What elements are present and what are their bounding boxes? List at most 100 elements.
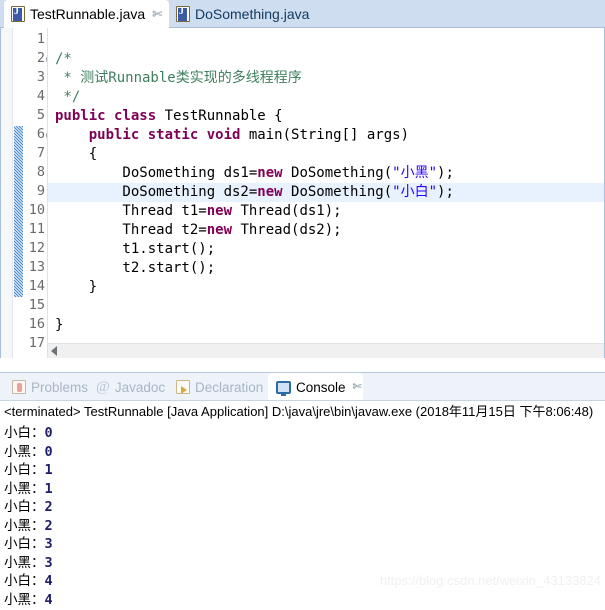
code-line[interactable]: DoSomething ds1=new DoSomething("小黑");	[48, 164, 604, 183]
code-line[interactable]: Thread t1=new Thread(ds1);	[48, 202, 604, 221]
code-line[interactable]: t1.start();	[48, 240, 604, 259]
code-line[interactable]: Thread t2=new Thread(ds2);	[48, 221, 604, 240]
annotation-ruler[interactable]	[1, 28, 13, 358]
console-output-value: 0	[44, 443, 53, 460]
console-output-line: 小白：1	[0, 461, 605, 480]
view-tab-label: Declaration	[195, 379, 264, 395]
console-view[interactable]: <terminated> TestRunnable [Java Applicat…	[0, 400, 605, 610]
console-output-line: 小黑：1	[0, 480, 605, 499]
line-number: 16	[28, 316, 45, 332]
editor-tab-2[interactable]: DoSomething.java	[169, 0, 319, 28]
code-token: main(String[] args)	[240, 127, 410, 143]
code-token: t1.start();	[55, 241, 216, 257]
code-token: {	[55, 146, 98, 162]
console-output-name: 小黑：	[4, 591, 45, 608]
problems-icon	[12, 380, 26, 394]
view-tab-declaration[interactable]: Declaration	[168, 373, 268, 401]
code-editor[interactable]: 1 2 3 4 5 6 7 8 9 10 11 12 13 14 15 16 17 /* * 测试Runnabl…	[0, 28, 605, 358]
console-output-line: 小黑：2	[0, 517, 605, 536]
console-output: 小白：0 小黑：0 小白：1 小黑：1 小白：2 小黑：2 小白：3 小黑：3 小白：4 小黑：4	[0, 424, 605, 609]
code-line[interactable]: */	[48, 88, 604, 107]
line-number: 3	[36, 69, 45, 85]
code-line[interactable]: * 测试Runnable类实现的多线程程序	[48, 69, 604, 88]
code-line[interactable]: public class TestRunnable {	[48, 107, 604, 126]
code-token: DoSomething(	[282, 165, 393, 181]
console-output-name: 小黑：	[4, 480, 45, 497]
console-output-line: 小黑：4	[0, 591, 605, 610]
view-tab-problems[interactable]: Problems	[4, 373, 88, 401]
close-icon[interactable]: ✄	[152, 8, 162, 20]
code-line[interactable]: public static void main(String[] args)	[48, 126, 604, 145]
console-output-line: 小白：3	[0, 535, 605, 554]
console-output-name: 小白：	[4, 536, 45, 552]
code-line[interactable]: }	[48, 316, 604, 335]
line-number: 2	[36, 50, 45, 66]
console-output-name: 小黑：	[4, 443, 45, 460]
code-line[interactable]: t2.start();	[48, 259, 604, 278]
editor-tab-label: DoSomething.java	[195, 6, 310, 22]
change-indicator-bar	[14, 126, 23, 297]
code-line[interactable]	[48, 31, 604, 50]
console-output-value: 2	[44, 517, 53, 534]
code-token: */	[55, 89, 81, 105]
editor-horizontal-scrollbar[interactable]	[48, 343, 604, 358]
code-token: /*	[55, 51, 72, 67]
console-output-value: 0	[44, 425, 53, 441]
view-tab-console[interactable]: Console ✄	[268, 373, 363, 401]
console-icon	[276, 380, 291, 396]
console-output-value: 4	[44, 591, 53, 608]
code-line[interactable]	[48, 297, 604, 316]
view-tab-label: Problems	[31, 379, 89, 395]
code-token: * 测试Runnable类实现的多线程程序	[55, 70, 302, 86]
console-output-name: 小白：	[4, 425, 45, 441]
code-token: Thread(ds2);	[232, 222, 342, 238]
console-output-name: 小黑：	[4, 554, 45, 571]
line-number: 1	[36, 31, 45, 47]
code-token: public class	[55, 108, 157, 124]
code-token: new	[257, 184, 283, 200]
console-output-name: 小黑：	[4, 517, 45, 534]
editor-tab-1[interactable]: TestRunnable.java ✄	[4, 0, 169, 28]
console-output-value: 1	[44, 462, 53, 478]
code-token: Thread t1=	[55, 203, 207, 219]
declaration-icon	[176, 380, 190, 394]
code-token: DoSomething ds2=	[55, 184, 258, 200]
console-output-name: 小白：	[4, 462, 45, 478]
scroll-left-arrow-icon[interactable]	[51, 346, 57, 356]
code-line[interactable]: /*	[48, 50, 604, 69]
line-number: 5	[36, 107, 45, 123]
code-token: );	[437, 184, 454, 200]
code-token: }	[55, 279, 98, 295]
java-file-icon	[176, 6, 190, 22]
code-line[interactable]: }	[48, 278, 604, 297]
console-output-name: 小白：	[4, 499, 45, 515]
code-token: DoSomething ds1=	[55, 165, 258, 181]
editor-tab-bar: TestRunnable.java ✄ DoSomething.java	[0, 0, 605, 28]
code-token: TestRunnable {	[156, 108, 283, 124]
close-icon[interactable]: ✄	[353, 381, 362, 393]
code-token: Thread t2=	[55, 222, 207, 238]
console-output-value: 1	[44, 480, 53, 497]
console-output-value: 3	[44, 554, 53, 571]
console-output-value: 3	[44, 536, 53, 552]
console-output-name: 小白：	[4, 573, 45, 589]
code-line[interactable]: {	[48, 145, 604, 164]
java-file-icon	[11, 6, 25, 22]
code-text-area[interactable]: /* * 测试Runnable类实现的多线程程序 */ public class …	[48, 28, 604, 358]
line-number: 15	[28, 297, 45, 313]
code-token: }	[55, 317, 64, 333]
code-token: DoSomething(	[282, 184, 393, 200]
console-output-line: 小白：4	[0, 572, 605, 591]
code-token: Thread(ds1);	[232, 203, 342, 219]
console-output-line: 小黑：0	[0, 443, 605, 462]
editor-tab-label: TestRunnable.java	[30, 6, 146, 22]
code-token: );	[437, 165, 454, 181]
view-tab-label: Console	[296, 379, 346, 395]
view-tab-javadoc[interactable]: @ Javadoc	[88, 373, 168, 401]
code-token: "小黑"	[392, 165, 438, 181]
code-line[interactable]: DoSomething ds2=new DoSomething("小白");	[48, 183, 604, 202]
console-launch-status: <terminated> TestRunnable [Java Applicat…	[4, 404, 594, 419]
code-token: "小白"	[392, 184, 438, 200]
code-token: new	[206, 222, 233, 238]
